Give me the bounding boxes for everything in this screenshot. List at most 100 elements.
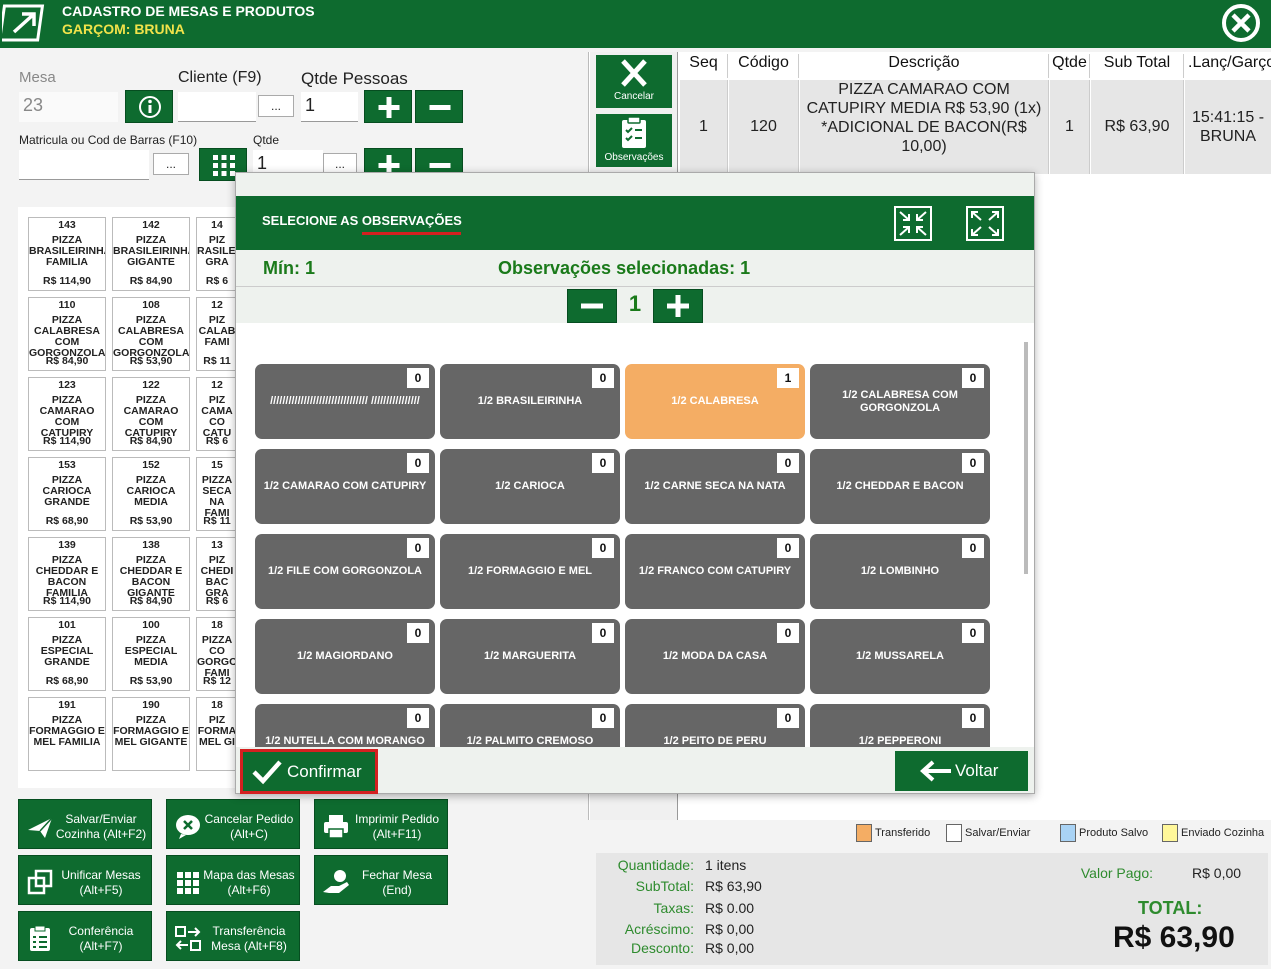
- collapse-button[interactable]: [894, 206, 932, 241]
- product-tile[interactable]: 12 PIZ CALAB FAMI R$ 11: [196, 297, 238, 371]
- product-tile[interactable]: 122 PIZZA CAMARAO COM CATUPIRY R$ 84,90: [112, 377, 190, 451]
- cliente-search-button[interactable]: ...: [258, 95, 294, 117]
- observation-option[interactable]: 0 1/2 MUSSARELA: [810, 619, 990, 694]
- product-code: 100: [142, 619, 160, 631]
- qtde-pessoas-increase-button[interactable]: [364, 90, 412, 123]
- action-button[interactable]: Salvar/Enviar Cozinha (Alt+F2): [18, 799, 152, 849]
- product-name: PIZZA CARIOCA MEDIA: [126, 474, 176, 508]
- observation-option[interactable]: 0 1/2 NUTELLA COM MORANGO: [255, 704, 435, 747]
- action-button[interactable]: Transferência Mesa (Alt+F8): [166, 911, 300, 961]
- cliente-input[interactable]: [178, 92, 256, 122]
- stepper-decrease-button[interactable]: [567, 289, 617, 323]
- cancelar-button[interactable]: Cancelar: [596, 55, 672, 108]
- observation-option[interactable]: 0 1/2 CARNE SECA NA NATA: [625, 449, 805, 524]
- observacoes-button[interactable]: Observações: [596, 114, 672, 167]
- product-price: R$ 11: [203, 515, 231, 527]
- action-button[interactable]: Imprimir Pedido (Alt+F11): [314, 799, 448, 849]
- action-button[interactable]: Mapa das Mesas (Alt+F6): [166, 855, 300, 905]
- product-tile[interactable]: 152 PIZZA CARIOCA MEDIA R$ 53,90: [112, 457, 190, 531]
- observation-option[interactable]: 0 1/2 CALABRESA COM GORGONZOLA: [810, 364, 990, 439]
- close-window-icon[interactable]: [1213, 2, 1267, 44]
- option-count-badge: 0: [777, 708, 799, 728]
- observation-option[interactable]: 0 1/2 FILE COM GORGONZOLA: [255, 534, 435, 609]
- product-price: R$ 68,90: [45, 515, 89, 527]
- action-button[interactable]: Fechar Mesa (End): [314, 855, 448, 905]
- legend-swatch: [1162, 824, 1178, 843]
- observation-option[interactable]: 0 1/2 PEITO DE PERU: [625, 704, 805, 747]
- product-tile[interactable]: 13 PIZ CHEDI BAC GRA R$ 6: [196, 537, 238, 611]
- observation-option[interactable]: 0 1/2 CARIOCA: [440, 449, 620, 524]
- acrescimo-value: R$ 0,00: [705, 921, 755, 937]
- observation-option[interactable]: 0 1/2 MODA DA CASA: [625, 619, 805, 694]
- option-label: 1/2 PALMITO CREMOSO: [466, 735, 594, 747]
- observation-option[interactable]: 0 1/2 FORMAGGIO E MEL: [440, 534, 620, 609]
- observation-option[interactable]: 0 1/2 CHEDDAR E BACON: [810, 449, 990, 524]
- qtde-pessoas-input[interactable]: 1: [301, 92, 358, 122]
- observation-option[interactable]: 0 1/2 MAGIORDANO: [255, 619, 435, 694]
- product-tile[interactable]: 138 PIZZA CHEDDAR E BACON GIGANTE R$ 84,90: [112, 537, 190, 611]
- subtotal-label: SubTotal:: [635, 878, 694, 894]
- qtde-pessoas-decrease-button[interactable]: [415, 90, 463, 123]
- product-tile[interactable]: 190 PIZZA FORMAGGIO E MEL GIGANTE: [112, 697, 190, 771]
- min-label: Mín: 1: [263, 258, 315, 278]
- voltar-button[interactable]: Voltar: [895, 751, 1028, 791]
- clipboard-icon: [622, 116, 646, 148]
- product-tile[interactable]: 108 PIZZA CALABRESA COM GORGONZOLA R$ 53,9…: [112, 297, 190, 371]
- legend-item: Produto Salvo: [1060, 822, 1148, 844]
- action-button[interactable]: Unificar Mesas (Alt+F5): [18, 855, 152, 905]
- desconto-value: R$ 0,00: [705, 940, 755, 956]
- col-qtde[interactable]: Qtde: [1050, 54, 1090, 78]
- cell-seq: 1: [680, 80, 728, 174]
- info-icon: [139, 96, 161, 118]
- col-lanc[interactable]: .Lanç/Garço: [1185, 54, 1271, 78]
- col-codigo[interactable]: Código: [729, 54, 799, 78]
- action-button[interactable]: Cancelar Pedido (Alt+C): [166, 799, 300, 849]
- product-tile[interactable]: 101 PIZZA ESPECIAL GRANDE R$ 68,90: [28, 617, 106, 691]
- matricula-label: Matricula ou Cod de Barras (F10): [19, 133, 198, 147]
- product-code: 15: [211, 459, 223, 471]
- expand-button[interactable]: [966, 206, 1004, 241]
- product-tile[interactable]: 110 PIZZA CALABRESA COM GORGONZOLA R$ 84,9…: [28, 297, 106, 371]
- plus-icon: [667, 295, 689, 317]
- col-seq[interactable]: Seq: [680, 54, 728, 78]
- option-label: 1/2 FRANCO COM CATUPIRY: [638, 565, 792, 577]
- stepper-increase-button[interactable]: [653, 289, 703, 323]
- minus-icon: [429, 105, 451, 110]
- observation-option[interactable]: 0 //////////////////////////////// //////…: [255, 364, 435, 439]
- product-tile[interactable]: 18 PIZ FORMA MEL GI: [196, 697, 238, 771]
- observation-option[interactable]: 0 1/2 LOMBINHO: [810, 534, 990, 609]
- grid-scrollbar[interactable]: [1024, 342, 1028, 574]
- product-tile[interactable]: 143 PIZZA BRASILEIRINHA FAMILIA R$ 114,90: [28, 217, 106, 291]
- observation-option[interactable]: 0 1/2 FRANCO COM CATUPIRY: [625, 534, 805, 609]
- observation-option[interactable]: 0 1/2 MARGUERITA: [440, 619, 620, 694]
- product-code: 14: [211, 219, 223, 231]
- col-subtotal[interactable]: Sub Total: [1091, 54, 1184, 78]
- observation-option[interactable]: 0 1/2 CAMARAO COM CATUPIRY: [255, 449, 435, 524]
- observation-option[interactable]: 0 1/2 BRASILEIRINHA: [440, 364, 620, 439]
- action-button[interactable]: Conferência (Alt+F7): [18, 911, 152, 961]
- product-tile[interactable]: 12 PIZ CAMA CO CATU R$ 6: [196, 377, 238, 451]
- confirm-button[interactable]: Confirmar: [243, 752, 375, 791]
- col-descricao[interactable]: Descrição: [800, 54, 1049, 78]
- observation-option[interactable]: 0 1/2 PEPPERONI: [810, 704, 990, 747]
- observation-option[interactable]: 1 1/2 CALABRESA: [625, 364, 805, 439]
- product-tile[interactable]: 153 PIZZA CARIOCA GRANDE R$ 68,90: [28, 457, 106, 531]
- product-tile[interactable]: 142 PIZZA BRASILEIRINHA GIGANTE R$ 84,90: [112, 217, 190, 291]
- product-tile[interactable]: 123 PIZZA CAMARAO COM CATUPIRY R$ 114,90: [28, 377, 106, 451]
- product-tile[interactable]: 15 PIZZA SECA NA FAMI R$ 11: [196, 457, 238, 531]
- observation-option[interactable]: 0 1/2 PALMITO CREMOSO: [440, 704, 620, 747]
- product-price: R$ 84,90: [129, 595, 173, 607]
- stepper-value: 1: [628, 291, 642, 316]
- product-tile[interactable]: 14 PIZ RASILEI GRA R$ 6: [196, 217, 238, 291]
- matricula-search-button[interactable]: ...: [153, 153, 189, 175]
- product-tile[interactable]: 100 PIZZA ESPECIAL MEDIA R$ 53,90: [112, 617, 190, 691]
- legend-item: Enviado Cozinha: [1162, 822, 1264, 844]
- product-price: R$ 11: [203, 355, 231, 367]
- product-tile[interactable]: 18 PIZZA CO GORGO FAMI R$ 12: [196, 617, 238, 691]
- expand-icon: [971, 211, 999, 236]
- mesa-info-button[interactable]: [125, 90, 173, 123]
- product-tile[interactable]: 191 PIZZA FORMAGGIO E MEL FAMILIA: [28, 697, 106, 771]
- product-tile[interactable]: 139 PIZZA CHEDDAR E BACON FAMILIA R$ 114,9…: [28, 537, 106, 611]
- grid-icon: [177, 872, 199, 894]
- matricula-input[interactable]: [19, 150, 149, 180]
